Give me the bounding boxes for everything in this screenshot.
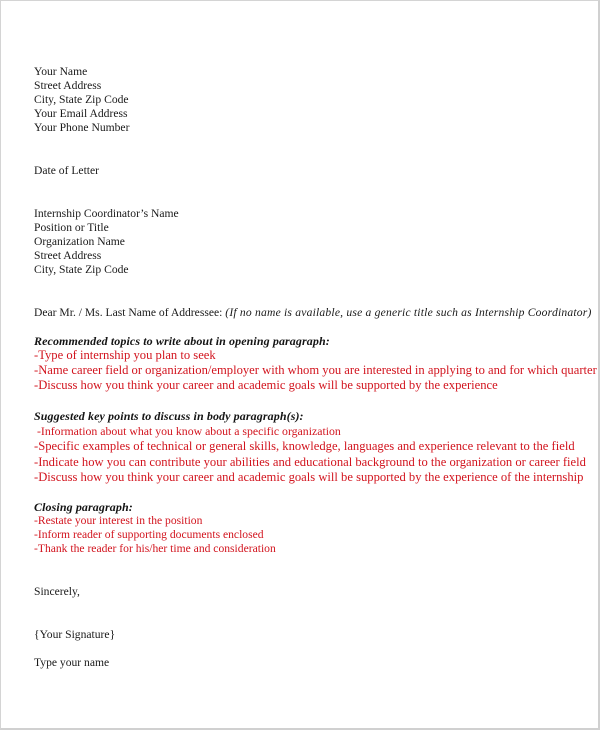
salutation-text: Dear Mr. / Ms. Last Name of Addressee: (34, 306, 223, 319)
recipient-position: Position or Title (34, 221, 109, 234)
list-item: -Name career field or organization/emplo… (34, 363, 597, 377)
recipient-street: Street Address (34, 249, 102, 262)
list-item: -Inform reader of supporting documents e… (34, 528, 264, 541)
list-item: -Information about what you know about a… (37, 424, 341, 438)
list-item: -Type of internship you plan to seek (34, 348, 216, 362)
salutation: Dear Mr. / Ms. Last Name of Addressee: (… (34, 306, 592, 320)
sender-phone: Your Phone Number (34, 121, 130, 134)
list-item: -Restate your interest in the position (34, 514, 203, 527)
recipient-name: Internship Coordinator’s Name (34, 207, 179, 220)
document-page: Your Name Street Address City, State Zip… (0, 0, 600, 730)
salutation-note: (If no name is available, use a generic … (225, 306, 592, 319)
list-item: -Thank the reader for his/her time and c… (34, 542, 276, 555)
list-item: -Indicate how you can contribute your ab… (34, 455, 586, 469)
list-item: -Discuss how you think your career and a… (34, 470, 584, 484)
recipient-city-state-zip: City, State Zip Code (34, 263, 129, 276)
section-heading: Suggested key points to discuss in body … (34, 409, 304, 423)
valediction: Sincerely, (34, 585, 80, 598)
list-item: -Discuss how you think your career and a… (34, 378, 498, 392)
sender-email: Your Email Address (34, 107, 128, 120)
recipient-organization: Organization Name (34, 235, 125, 248)
sender-city-state-zip: City, State Zip Code (34, 93, 129, 106)
sender-street: Street Address (34, 79, 102, 92)
section-heading: Closing paragraph: (34, 500, 133, 514)
signature-placeholder: {Your Signature} (34, 628, 116, 641)
typed-name: Type your name (34, 656, 110, 669)
list-item: -Specific examples of technical or gener… (34, 439, 575, 453)
section-heading: Recommended topics to write about in ope… (34, 334, 330, 348)
letter-date: Date of Letter (34, 164, 100, 177)
sender-name: Your Name (34, 65, 88, 78)
